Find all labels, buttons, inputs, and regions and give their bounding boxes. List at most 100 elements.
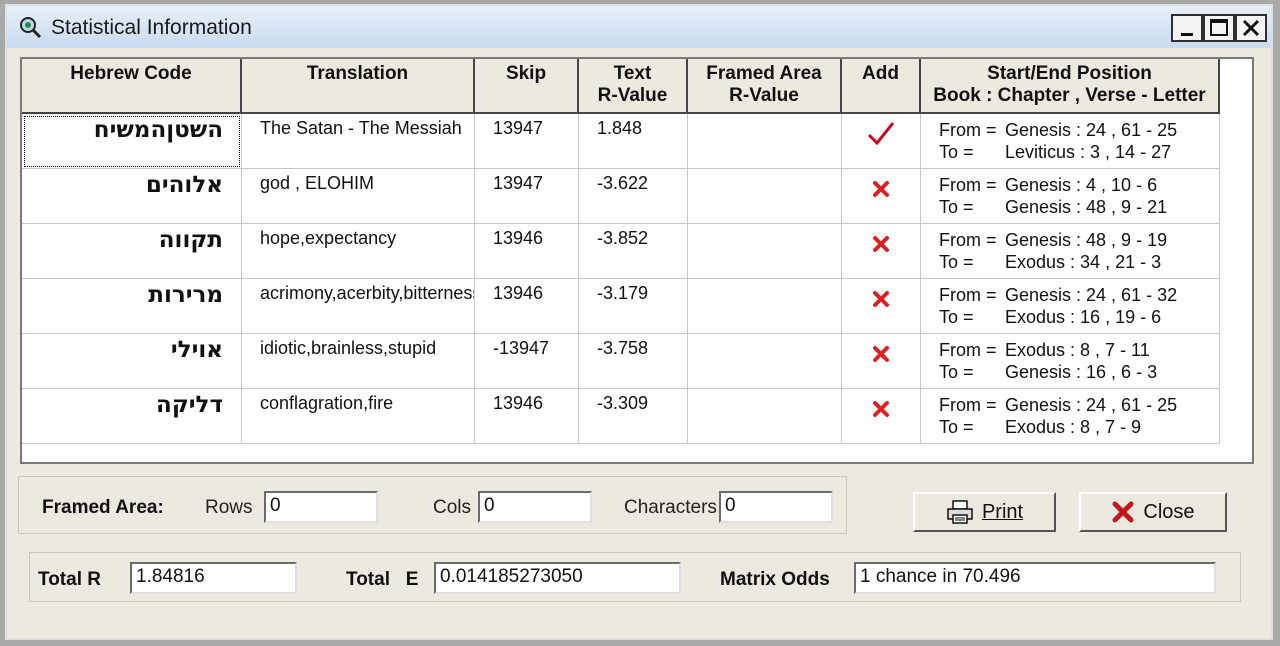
column-header-add[interactable]: Add: [842, 59, 921, 114]
cross-icon: [873, 181, 889, 197]
cross-icon: [873, 401, 889, 417]
to-position: Exodus : 8 , 7 - 9: [1005, 417, 1142, 437]
hebrew-code-cell[interactable]: אלוהים: [22, 169, 242, 224]
header-label: Translation: [306, 63, 409, 84]
print-button[interactable]: Print: [913, 492, 1056, 532]
text-r-value-cell[interactable]: 1.848: [579, 114, 688, 169]
maximize-icon: [1210, 19, 1228, 36]
skip-cell[interactable]: 13946: [475, 279, 579, 334]
from-position: Genesis : 4 , 10 - 6: [1005, 175, 1158, 195]
text-r-value-cell[interactable]: -3.622: [579, 169, 688, 224]
framed-r-value-cell[interactable]: [688, 224, 842, 279]
characters-label: Characters: [624, 497, 717, 518]
add-cell[interactable]: [842, 334, 921, 389]
characters-field[interactable]: 0: [719, 491, 833, 523]
table-row[interactable]: אלוהים god , ELOHIM 13947 -3.622 From = Genes…: [22, 169, 1220, 224]
framed-r-value-cell[interactable]: [688, 169, 842, 224]
minimize-button[interactable]: [1171, 14, 1203, 42]
printer-icon: [947, 500, 973, 524]
translation-cell[interactable]: conflagration,fire: [242, 389, 475, 444]
table-row[interactable]: דליקה conflagration,fire 13946 -3.309 From =…: [22, 389, 1220, 444]
from-label: From =: [939, 340, 997, 360]
close-window-button[interactable]: [1235, 14, 1267, 42]
hebrew-code-cell[interactable]: השטןהמשיח: [22, 114, 242, 169]
translation-cell[interactable]: acrimony,acerbity,bitterness: [242, 279, 475, 334]
add-cell[interactable]: [842, 389, 921, 444]
hebrew-code-cell[interactable]: תקווה: [22, 224, 242, 279]
hebrew-code-cell[interactable]: אוילי: [22, 334, 242, 389]
to-label: To =: [939, 307, 974, 327]
cols-field[interactable]: 0: [478, 491, 592, 523]
header-label: R-Value: [729, 85, 799, 106]
add-cell[interactable]: [842, 169, 921, 224]
cols-label: Cols: [433, 497, 472, 518]
header-label: Book : Chapter , Verse - Letter: [933, 85, 1206, 106]
position-cell[interactable]: From = Genesis : 24 , 61 - 32 To = Exodus :…: [921, 279, 1220, 334]
from-position: Genesis : 24 , 61 - 25: [1005, 395, 1178, 415]
maximize-button[interactable]: [1203, 14, 1235, 42]
framed-r-value-cell[interactable]: [688, 389, 842, 444]
close-button[interactable]: Close: [1079, 492, 1227, 532]
matrix-odds-label: Matrix Odds: [720, 569, 830, 590]
header-label: Skip: [505, 63, 547, 84]
translation-cell[interactable]: god , ELOHIM: [242, 169, 475, 224]
text-r-value-cell[interactable]: -3.758: [579, 334, 688, 389]
framed-r-value-cell[interactable]: [688, 334, 842, 389]
skip-cell[interactable]: 13947: [475, 169, 579, 224]
text-r-value-cell[interactable]: -3.179: [579, 279, 688, 334]
position-cell[interactable]: From = Genesis : 4 , 10 - 6 To = Genesis : …: [921, 169, 1220, 224]
add-cell[interactable]: [842, 114, 921, 169]
add-cell[interactable]: [842, 279, 921, 334]
translation-cell[interactable]: The Satan - The Messiah: [242, 114, 475, 169]
table-row[interactable]: אוילי idiotic,brainless,stupid -13947 -3.75…: [22, 334, 1220, 389]
translation-cell[interactable]: idiotic,brainless,stupid: [242, 334, 475, 389]
position-cell[interactable]: From = Exodus : 8 , 7 - 11 To = Genesis : 1…: [921, 334, 1220, 389]
table-row[interactable]: תקווה hope,expectancy 13946 -3.852 From = Gen…: [22, 224, 1220, 279]
rows-field[interactable]: 0: [264, 491, 378, 523]
skip-cell[interactable]: -13947: [475, 334, 579, 389]
skip-cell[interactable]: 13946: [475, 224, 579, 279]
to-label: To =: [939, 252, 974, 272]
print-button-label: Print: [981, 500, 1024, 523]
column-header-hebrew-code[interactable]: Hebrew Code: [22, 59, 242, 114]
position-cell[interactable]: From = Genesis : 24 , 61 - 25 To = Exodus :…: [921, 389, 1220, 444]
header-label: Hebrew Code: [70, 63, 192, 84]
to-label: To =: [939, 417, 974, 437]
from-label: From =: [939, 285, 997, 305]
framed-area-group: Framed Area: Rows 0 Cols 0 Characters 0: [18, 476, 847, 534]
table-row[interactable]: מרירות acrimony,acerbity,bitterness 13946-…: [22, 279, 1220, 334]
magnifier-app-icon: [20, 17, 42, 39]
from-label: From =: [939, 230, 997, 250]
column-header-translation[interactable]: Translation: [242, 59, 475, 114]
framed-r-value-cell[interactable]: [688, 279, 842, 334]
text-r-value-cell[interactable]: -3.309: [579, 389, 688, 444]
cross-icon: [873, 346, 889, 362]
column-header-position[interactable]: Start/End Position Book : Chapter , Verse…: [921, 59, 1220, 114]
header-label: R-Value: [597, 85, 668, 106]
to-position: Leviticus : 3 , 14 - 27: [1005, 142, 1172, 162]
title-bar[interactable]: Statistical Information: [7, 6, 1271, 48]
position-cell[interactable]: From = Genesis : 24 , 61 - 25 To = Leviticu…: [921, 114, 1220, 169]
column-header-text-r-value[interactable]: Text R-Value: [579, 59, 688, 114]
column-header-skip[interactable]: Skip: [475, 59, 579, 114]
header-label: Add: [862, 63, 899, 84]
total-r-field[interactable]: 1.84816: [130, 562, 297, 594]
skip-cell[interactable]: 13946: [475, 389, 579, 444]
framed-r-value-cell[interactable]: [688, 114, 842, 169]
text-r-value-cell[interactable]: -3.852: [579, 224, 688, 279]
translation-cell[interactable]: hope,expectancy: [242, 224, 475, 279]
totals-group: Total R 1.84816 Total E 0.014185273050 M…: [29, 552, 1241, 602]
table-row[interactable]: השטןהמשיח The Satan - The Messiah 13947 1.8…: [22, 114, 1220, 169]
skip-cell[interactable]: 13947: [475, 114, 579, 169]
close-button-label: Close: [1143, 500, 1195, 523]
add-cell[interactable]: [842, 224, 921, 279]
header-label: Framed Area: [706, 63, 822, 84]
position-cell[interactable]: From = Genesis : 48 , 9 - 19 To = Exodus : …: [921, 224, 1220, 279]
matrix-odds-field[interactable]: 1 chance in 70.496: [854, 562, 1216, 594]
results-grid[interactable]: Hebrew Code Translation Skip Text R-Value…: [20, 57, 1254, 464]
hebrew-code-cell[interactable]: דליקה: [22, 389, 242, 444]
column-header-framed-r-value[interactable]: Framed Area R-Value: [688, 59, 842, 114]
total-e-field[interactable]: 0.014185273050: [434, 562, 681, 594]
hebrew-code-cell[interactable]: מרירות: [22, 279, 242, 334]
to-position: Exodus : 16 , 19 - 6: [1005, 307, 1162, 327]
